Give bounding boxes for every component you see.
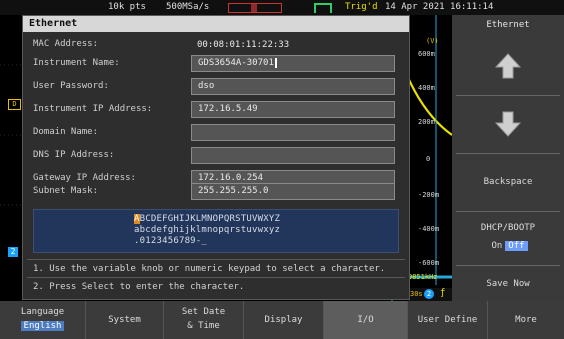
instrument-name-row: Instrument Name: GDS3654A-30701: [33, 55, 407, 73]
dhcp-off-option: Off: [505, 241, 528, 251]
tick-label: -600m: [418, 259, 440, 267]
down-arrow-icon: [494, 111, 522, 137]
scale-unit: (V): [426, 37, 439, 45]
user-password-field[interactable]: dso: [191, 78, 395, 95]
charset-digits: .0123456789-_: [134, 236, 208, 246]
text-cursor: [274, 57, 277, 68]
field-label: Domain Name:: [33, 127, 99, 137]
up-button[interactable]: [452, 39, 564, 93]
status-bar: 10k pts 500MSa/s Trig'd 14 Apr 2021 16:1…: [0, 0, 564, 15]
rising-edge-icon: ƒ: [440, 288, 446, 298]
trigger-edge-icon: [314, 3, 332, 13]
mac-address-value: 00:08:01:11:22:33: [197, 40, 290, 50]
language-button[interactable]: Language English: [0, 301, 86, 339]
trigger-state: Trig'd: [345, 2, 378, 12]
subnet-mask-row: Subnet Mask: 255.255.255.0: [33, 183, 407, 201]
dhcp-label: DHCP/BOOTP: [480, 223, 536, 233]
system-button[interactable]: System: [86, 301, 164, 339]
ch2-badge-icon: 2: [424, 289, 434, 299]
io-button[interactable]: I/O: [324, 301, 408, 339]
save-now-label: Save Now: [486, 279, 530, 289]
set-date-time-button[interactable]: Set Date & Time: [164, 301, 244, 339]
frequency-readout: 9851kHz: [408, 273, 438, 281]
side-menu-title: Ethernet: [486, 20, 530, 30]
timebase-strip: 30s 2 ƒ: [408, 288, 452, 301]
tick-label: 200m: [418, 118, 435, 126]
field-label: DNS IP Address:: [33, 150, 115, 160]
up-arrow-icon: [494, 53, 522, 79]
charset-lowercase: abcdefghijklmnopqrstuvwxyz: [134, 225, 281, 235]
more-button[interactable]: More: [488, 301, 564, 339]
language-label: Language: [20, 307, 65, 317]
vertical-scale: (V) 600m 400m 200m 0 -200m -400m -600m 9…: [406, 15, 452, 285]
waveform-zoom-icon: [228, 3, 282, 13]
sample-rate: 500MSa/s: [166, 2, 210, 12]
field-label: Instrument Name:: [33, 58, 120, 68]
dhcp-bootp-toggle[interactable]: DHCP/BOOTP On Off: [452, 213, 564, 263]
subnet-mask-field[interactable]: 255.255.255.0: [191, 183, 395, 200]
user-define-button[interactable]: User Define: [408, 301, 488, 339]
backspace-label: Backspace: [483, 177, 533, 187]
save-now-button[interactable]: Save Now: [452, 267, 564, 301]
language-value: English: [20, 321, 65, 331]
tick-label: 400m: [418, 84, 435, 92]
date-time: 14 Apr 2021 16:11:14: [385, 2, 494, 12]
divider: [27, 277, 405, 278]
ref-d-marker: D: [8, 99, 21, 110]
timebase-fragment: 30s: [410, 290, 423, 298]
user-password-row: User Password: dso: [33, 78, 407, 96]
charset-uppercase: ABCDEFGHIJKLMNOPQRSTUVWXYZ: [134, 214, 281, 224]
display-button[interactable]: Display: [244, 301, 324, 339]
domain-name-field[interactable]: [191, 124, 395, 141]
dhcp-on-option: On: [491, 241, 503, 251]
side-menu: Ethernet Backspace DHCP/BOOTP On Off Save…: [452, 15, 564, 301]
ch2-icon: 2: [8, 247, 18, 257]
bottom-menu: Language English System Set Date & Time …: [0, 301, 564, 339]
domain-name-row: Domain Name:: [33, 124, 407, 142]
dns-ip-row: DNS IP Address:: [33, 147, 407, 165]
character-selector[interactable]: ABCDEFGHIJKLMNOPQRSTUVWXYZ abcdefghijklm…: [33, 209, 399, 253]
down-button[interactable]: [452, 97, 564, 151]
field-label: Subnet Mask:: [33, 186, 99, 196]
record-length: 10k pts: [108, 2, 146, 12]
instrument-ip-row: Instrument IP Address: 172.16.5.49: [33, 101, 407, 119]
ethernet-dialog: Ethernet MAC Address: 00:08:01:11:22:33 …: [22, 15, 410, 300]
instruction-line: 2. Press Select to enter the character.: [33, 282, 245, 292]
tick-label: 600m: [418, 50, 435, 58]
tick-label: -200m: [418, 191, 440, 199]
backspace-button[interactable]: Backspace: [452, 155, 564, 209]
divider: [27, 259, 405, 260]
field-label: MAC Address:: [33, 39, 99, 49]
instrument-ip-field[interactable]: 172.16.5.49: [191, 101, 395, 118]
field-label: User Password:: [33, 81, 109, 91]
dns-ip-field[interactable]: [191, 147, 395, 164]
mac-address-row: MAC Address: 00:08:01:11:22:33: [33, 36, 407, 54]
dialog-title: Ethernet: [23, 16, 409, 32]
tick-label: 0: [426, 155, 431, 163]
tick-label: -400m: [418, 225, 440, 233]
instruction-line: 1. Use the variable knob or numeric keyp…: [33, 264, 386, 274]
field-label: Instrument IP Address:: [33, 104, 153, 114]
field-label: Gateway IP Address:: [33, 173, 136, 183]
instrument-name-field[interactable]: GDS3654A-30701: [191, 55, 395, 72]
